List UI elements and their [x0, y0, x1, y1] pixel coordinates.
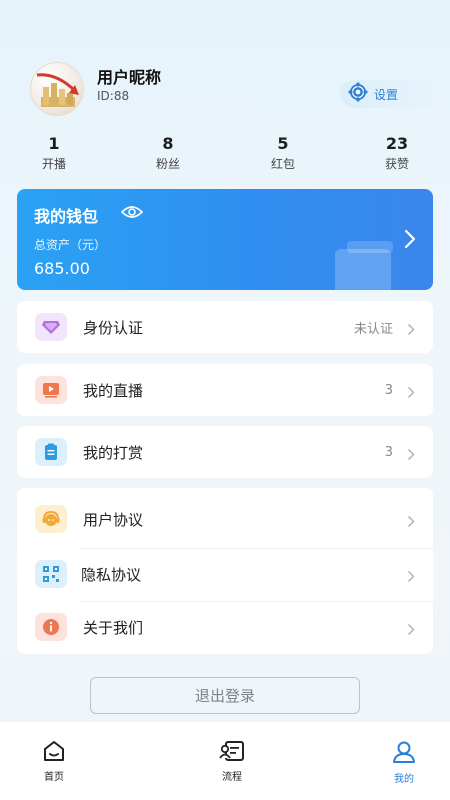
user-id: ID:88: [97, 89, 130, 103]
bottom-tab-bar: 首页 流程 我的: [0, 722, 450, 800]
headset-icon: [35, 505, 67, 533]
avatar[interactable]: [30, 62, 84, 116]
stat-live[interactable]: 1 开播: [14, 134, 94, 172]
stat-label: 开播: [41, 157, 66, 171]
menu-label: 隐私协议: [81, 565, 142, 584]
settings-button[interactable]: 设置: [340, 80, 440, 108]
tab-label: 流程: [222, 772, 242, 783]
menu-item-user-agreement[interactable]: 用户协议: [17, 493, 433, 545]
process-icon: [219, 741, 245, 766]
chevron-right-icon: [407, 384, 415, 403]
chevron-right-icon: [407, 321, 415, 340]
menu-item-identity[interactable]: 身份认证 未认证: [17, 301, 433, 353]
live-card: 我的直播 3: [17, 364, 433, 416]
stat-label: 粉丝: [155, 157, 180, 171]
menu-item-reward[interactable]: 我的打赏 3: [17, 426, 433, 478]
wallet-amount: 685.00: [34, 259, 90, 278]
tab-label: 首页: [44, 772, 64, 783]
qr-code-icon: [35, 560, 67, 588]
diamond-icon: [35, 313, 67, 341]
chevron-right-icon: [407, 513, 415, 532]
nickname: 用户昵称: [97, 68, 162, 87]
user-icon: [392, 741, 416, 768]
stat-value: 23: [385, 134, 409, 153]
menu-item-live[interactable]: 我的直播 3: [17, 364, 433, 416]
stat-fans[interactable]: 8 粉丝: [128, 134, 208, 172]
identity-card: 身份认证 未认证: [17, 301, 433, 353]
reward-card: 我的打赏 3: [17, 426, 433, 478]
wallet-title: 我的钱包: [34, 207, 99, 226]
chevron-right-icon: [407, 446, 415, 465]
stat-value: 5: [277, 134, 289, 153]
menu-item-privacy[interactable]: 隐私协议: [17, 548, 433, 600]
info-icon: [35, 613, 67, 641]
chevron-right-icon: [404, 229, 416, 253]
stat-red-packets[interactable]: 5 红包: [243, 134, 323, 172]
stat-value: 1: [48, 134, 60, 153]
settings-label: 设置: [374, 87, 399, 102]
wallet-decoration-icon: [335, 249, 391, 290]
wallet-card[interactable]: 我的钱包 总资产（元） 685.00: [17, 189, 433, 290]
home-icon: [42, 741, 66, 766]
menu-label: 身份认证: [83, 318, 144, 337]
menu-label: 关于我们: [83, 618, 144, 637]
stat-label: 获赞: [384, 157, 409, 171]
stats-row: 1 开播 8 粉丝 5 红包 23 获赞: [0, 134, 450, 174]
menu-label: 我的直播: [83, 381, 144, 400]
logout-button[interactable]: 退出登录: [90, 677, 360, 714]
menu-label: 用户协议: [83, 510, 144, 529]
gear-icon: [348, 82, 368, 106]
live-count: 3: [384, 382, 393, 398]
tab-home[interactable]: 首页: [24, 740, 84, 783]
menu-label: 我的打赏: [83, 443, 144, 462]
stat-likes[interactable]: 23 获赞: [357, 134, 437, 172]
video-icon: [35, 376, 67, 404]
info-card: 用户协议 隐私协议 关于我们: [17, 488, 433, 654]
menu-item-about[interactable]: 关于我们: [17, 601, 433, 653]
wallet-subtitle: 总资产（元）: [34, 238, 107, 252]
chevron-right-icon: [407, 621, 415, 640]
tab-mine[interactable]: 我的: [374, 740, 434, 785]
reward-count: 3: [384, 444, 393, 460]
clipboard-icon: [35, 438, 67, 466]
eye-icon[interactable]: [120, 204, 144, 224]
tab-process[interactable]: 流程: [202, 740, 262, 783]
chevron-right-icon: [407, 568, 415, 587]
verification-status: 未认证: [353, 321, 393, 337]
stat-value: 8: [162, 134, 174, 153]
tab-label: 我的: [394, 774, 414, 785]
stat-label: 红包: [270, 157, 295, 171]
